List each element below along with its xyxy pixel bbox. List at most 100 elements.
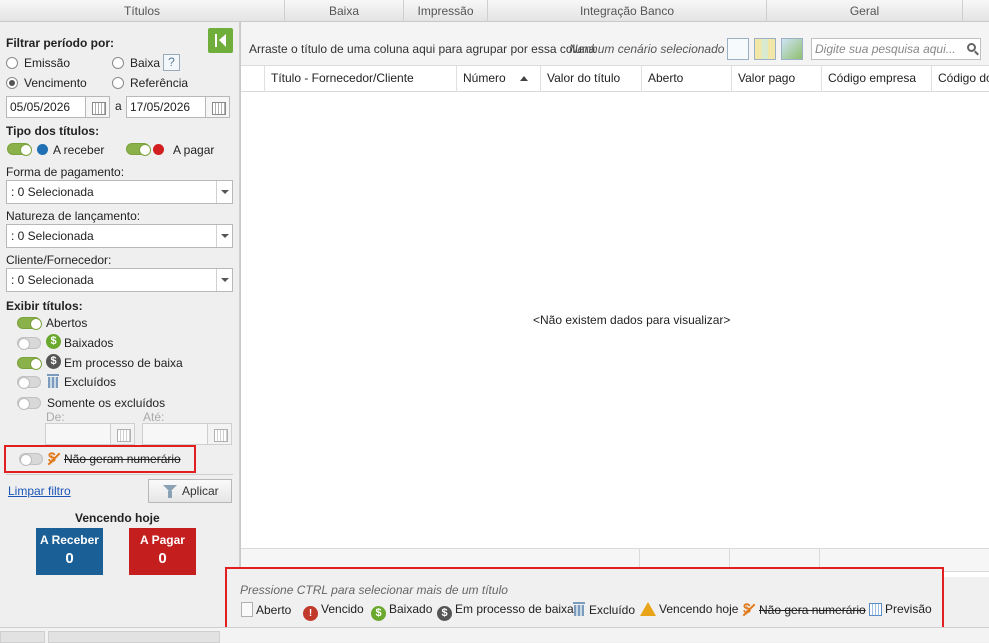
col-titulo[interactable]: Título - Fornecedor/Cliente	[265, 66, 457, 92]
tile-a-receber[interactable]: A Receber 0	[36, 528, 103, 575]
toggle-somente-excluidos[interactable]	[17, 397, 41, 410]
col-numero[interactable]: Número	[457, 66, 541, 92]
bottom-status-bar	[0, 627, 989, 643]
show-excluidos-label: Excluídos	[64, 375, 117, 389]
menu-tab-titulos[interactable]: Títulos	[0, 0, 285, 22]
calendar-icon[interactable]	[208, 423, 232, 445]
legend-vencendo-hoje: Vencendo hoje	[640, 602, 738, 618]
search-icon[interactable]	[967, 43, 976, 52]
legend-em-processo-label: Em processo de baixa	[455, 602, 574, 616]
legend-box: Pressione CTRL para selecionar mais de u…	[225, 567, 944, 635]
apply-button[interactable]: Aplicar	[148, 479, 232, 503]
grid-header: Título - Fornecedor/Cliente Número Valor…	[241, 66, 989, 92]
client-select[interactable]: : 0 Selecionada	[6, 268, 233, 292]
menu-tab-baixa[interactable]: Baixa	[285, 0, 404, 22]
calendar-icon[interactable]	[111, 423, 135, 445]
dollar-green-icon: $	[46, 334, 61, 349]
menu-tab-integracao-banco[interactable]: Integração Banco	[488, 0, 767, 22]
legend-aberto: Aberto	[241, 602, 291, 618]
client-select-value: : 0 Selecionada	[11, 273, 94, 287]
payment-select-value: : 0 Selecionada	[11, 185, 94, 199]
legend-excluido-label: Excluído	[589, 603, 636, 617]
toggle-excluidos[interactable]	[17, 376, 41, 389]
col-codigo-do[interactable]: Código do	[932, 66, 989, 92]
type-receber-label: A receber	[53, 143, 105, 157]
clear-filter-link[interactable]: Limpar filtro	[8, 484, 71, 498]
radio-referencia-label: Referência	[130, 76, 189, 90]
help-icon[interactable]: ?	[163, 54, 180, 71]
calendar-to-icon[interactable]	[206, 96, 230, 118]
toggle-abertos[interactable]	[17, 317, 42, 330]
filter-panel: Filtrar período por: Emissão Baixa ? Ven…	[0, 22, 240, 627]
col-aberto[interactable]: Aberto	[642, 66, 732, 92]
radio-emissao[interactable]	[6, 57, 18, 69]
radio-referencia[interactable]	[112, 77, 124, 89]
menu-tab-impressao[interactable]: Impressão	[404, 0, 488, 22]
toggle-receber[interactable]	[7, 143, 32, 156]
tile-receber-label: A Receber	[40, 533, 99, 547]
legend-nao-gera: Não gera numerário	[741, 600, 866, 618]
show-abertos-label: Abertos	[46, 316, 88, 330]
export-view-icon[interactable]	[781, 38, 803, 60]
nature-title: Natureza de lançamento:	[6, 209, 141, 223]
show-processo-label: Em processo de baixa	[64, 356, 183, 370]
grid-view-icon[interactable]	[727, 38, 749, 60]
nature-select-value: : 0 Selecionada	[11, 229, 94, 243]
toggle-nao-geram[interactable]	[19, 453, 43, 466]
radio-baixa[interactable]	[112, 57, 124, 69]
show-somente-label: Somente os excluídos	[47, 396, 166, 410]
chevron-down-icon[interactable]	[216, 269, 232, 291]
dollar-green-icon: $	[371, 606, 386, 621]
apply-button-label: Aplicar	[182, 484, 219, 498]
dollar-gray-icon: $	[437, 606, 452, 621]
date-to-input[interactable]: 17/05/2026	[126, 96, 206, 118]
radio-vencimento[interactable]	[6, 77, 18, 89]
trash-shape	[573, 602, 585, 616]
collapse-panel-icon[interactable]	[208, 28, 233, 53]
radio-baixa-label: Baixa	[130, 56, 161, 70]
receber-dot-icon	[37, 144, 48, 155]
payment-select[interactable]: : 0 Selecionada	[6, 180, 233, 204]
search-placeholder: Digite sua pesquisa aqui...	[815, 42, 956, 56]
payment-title: Forma de pagamento:	[6, 165, 125, 179]
group-by-bar[interactable]: Arraste o título de uma coluna aqui para…	[241, 22, 989, 66]
legend-vencendo-hoje-label: Vencendo hoje	[659, 602, 739, 616]
menu-tab-geral[interactable]: Geral	[767, 0, 963, 22]
row-indicator-header	[241, 66, 265, 92]
toggle-em-processo[interactable]	[17, 357, 42, 370]
radio-vencimento-label: Vencimento	[24, 76, 87, 90]
chevron-down-icon[interactable]	[216, 225, 232, 247]
chevron-down-icon[interactable]	[216, 181, 232, 203]
search-input[interactable]: Digite sua pesquisa aqui...	[811, 38, 981, 60]
toggle-pagar[interactable]	[126, 143, 151, 156]
nature-select[interactable]: : 0 Selecionada	[6, 224, 233, 248]
trash-icon	[47, 374, 59, 388]
status-segment	[0, 631, 45, 643]
legend-nao-gera-label: Não gera numerário	[759, 603, 866, 617]
columns-view-icon[interactable]	[754, 38, 776, 60]
top-menu-bar: Títulos Baixa Impressão Integração Banco…	[0, 0, 989, 22]
col-valor-titulo[interactable]: Valor do título	[541, 66, 642, 92]
group-hint: Arraste o título de uma coluna aqui para…	[249, 42, 596, 56]
pagar-dot-icon	[153, 144, 164, 155]
ate-label: Até:	[143, 410, 165, 424]
tile-a-pagar[interactable]: A Pagar 0	[129, 528, 196, 575]
legend-vencido: ! Vencido	[303, 602, 364, 621]
excluded-to-input[interactable]	[142, 423, 208, 445]
toggle-baixados[interactable]	[17, 337, 41, 350]
trash-icon	[572, 602, 586, 617]
legend-em-processo: $ Em processo de baixa	[437, 602, 574, 621]
col-valor-pago[interactable]: Valor pago	[732, 66, 822, 92]
tile-pagar-value: 0	[158, 550, 167, 567]
no-cash-icon	[46, 449, 60, 467]
calendar-icon	[869, 603, 882, 616]
tile-receber-value: 0	[65, 550, 74, 567]
calendar-from-icon[interactable]	[86, 96, 110, 118]
ctrl-hint: Pressione CTRL para selecionar mais de u…	[240, 583, 508, 597]
date-from-input[interactable]: 05/05/2026	[6, 96, 86, 118]
filter-icon	[163, 485, 177, 498]
col-codigo-empresa[interactable]: Código empresa	[822, 66, 932, 92]
show-baixados-label: Baixados	[64, 336, 114, 350]
excluded-from-input[interactable]	[45, 423, 111, 445]
vencendo-title: Vencendo hoje	[75, 511, 160, 525]
